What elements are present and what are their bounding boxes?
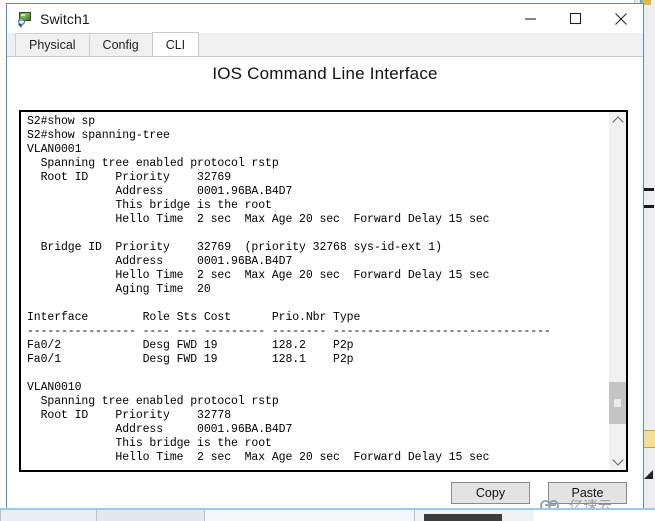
switch-device-window[interactable]: Switch1 Physical Config CLI IOS Command … — [6, 3, 644, 508]
scrollbar-thumb[interactable] — [609, 381, 626, 424]
background-window-cursor-arrow — [644, 470, 653, 479]
tab-config[interactable]: Config — [88, 33, 153, 56]
minimize-icon — [525, 18, 536, 20]
maximize-button[interactable] — [553, 4, 598, 33]
scroll-up-button[interactable] — [609, 112, 626, 129]
window-controls — [508, 4, 643, 33]
copy-button[interactable]: Copy — [451, 482, 530, 504]
tab-physical[interactable]: Physical — [15, 33, 90, 56]
minimize-button[interactable] — [508, 4, 553, 33]
cli-terminal-frame: S2#show sp S2#show spanning-tree VLAN000… — [19, 110, 628, 472]
title-bar[interactable]: Switch1 — [7, 4, 643, 33]
background-window-marker-1 — [643, 188, 654, 191]
close-icon — [614, 12, 627, 25]
window-title: Switch1 — [40, 10, 90, 27]
close-button[interactable] — [598, 4, 643, 33]
desktop-background: Switch1 Physical Config CLI IOS Command … — [0, 0, 655, 521]
switch-device-icon — [17, 11, 33, 27]
bottom-strip-block-2 — [96, 510, 205, 521]
chevron-down-icon — [611, 454, 624, 466]
background-window-yellow-node — [643, 430, 655, 448]
tab-strip: Physical Config CLI — [7, 32, 643, 57]
bottom-strip-block-5 — [534, 510, 655, 521]
scrollbar-thumb-grip — [614, 398, 621, 407]
tab-cli[interactable]: CLI — [151, 32, 200, 56]
cli-output-text: S2#show sp S2#show spanning-tree VLAN000… — [27, 115, 551, 464]
window-body: IOS Command Line Interface S2#show sp S2… — [7, 57, 643, 508]
bottom-strip-block-3 — [204, 510, 415, 521]
cli-output-area[interactable]: S2#show sp S2#show spanning-tree VLAN000… — [21, 112, 608, 470]
chevron-up-icon — [611, 116, 624, 128]
background-window-marker-2 — [643, 205, 654, 208]
terminal-scrollbar[interactable] — [608, 112, 626, 470]
maximize-icon — [569, 12, 582, 25]
scroll-down-button[interactable] — [609, 453, 626, 470]
panel-title: IOS Command Line Interface — [212, 64, 438, 83]
bottom-strip-dark-nub — [424, 514, 502, 521]
desktop-bottom-strip — [0, 508, 655, 521]
bottom-strip-block-1 — [0, 510, 97, 521]
